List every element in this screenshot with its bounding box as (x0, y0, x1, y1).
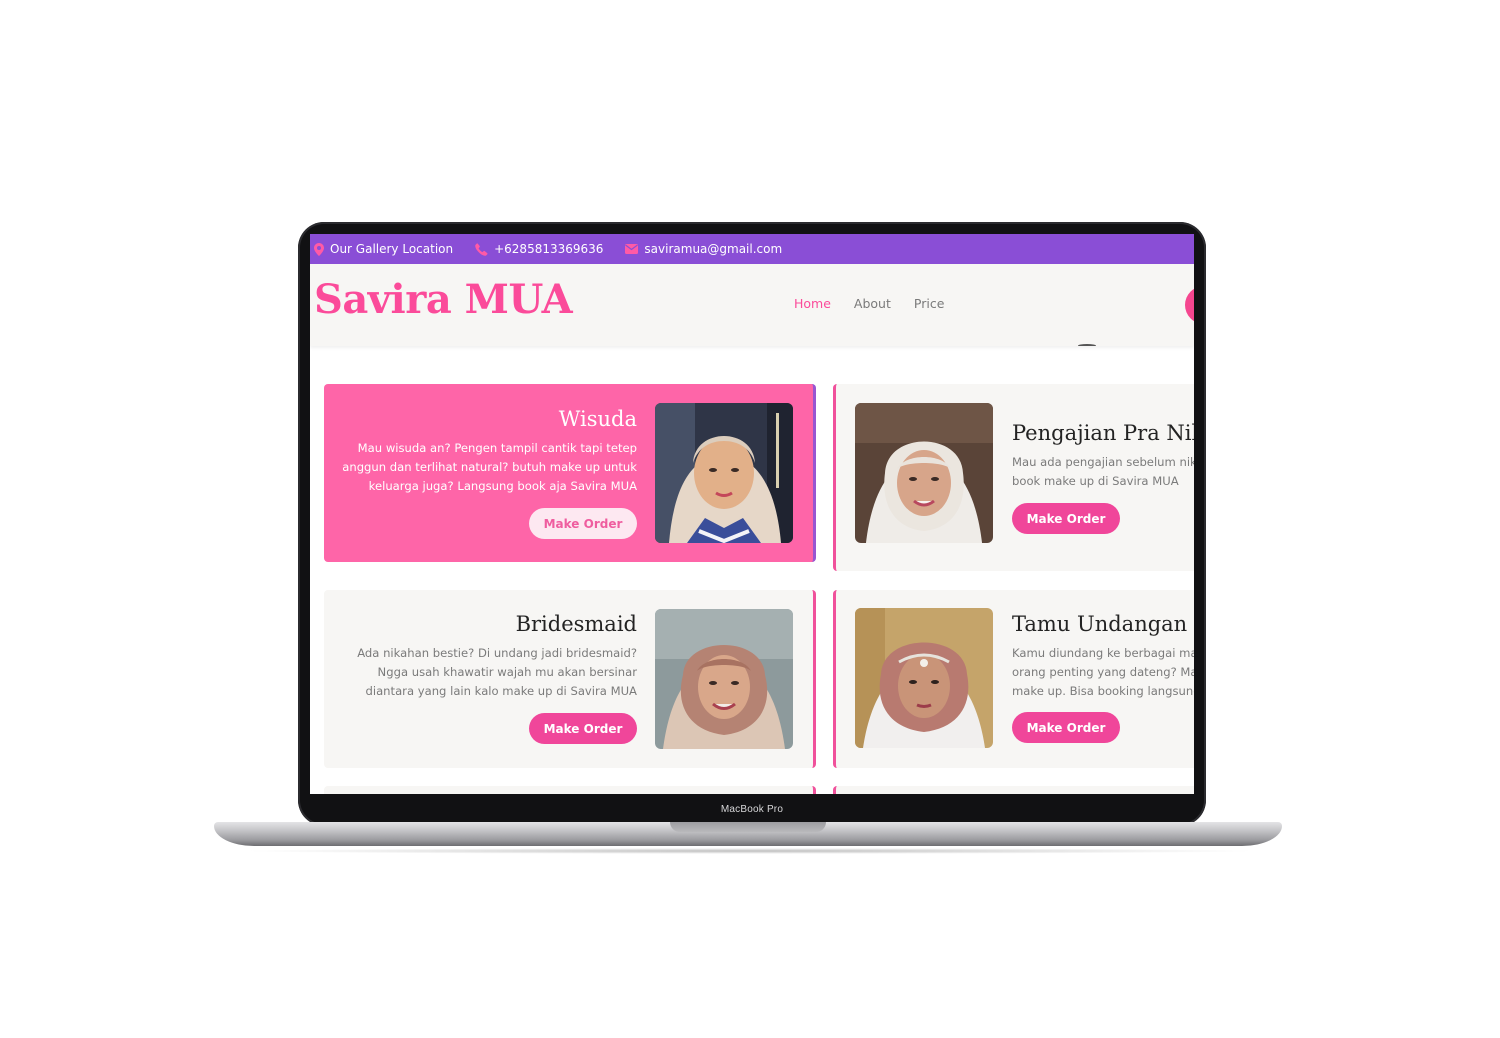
service-card-bridesmaid: Bridesmaid Ada nikahan bestie? Di undang… (324, 590, 816, 768)
service-title: Bridesmaid (515, 612, 637, 636)
service-photo (855, 403, 993, 543)
main-nav: Home About Price (794, 296, 967, 311)
make-order-button[interactable]: Make Order (1012, 503, 1120, 534)
site-header: Savira MUA Home About Price (310, 264, 1194, 346)
service-card-pengajian: Pengajian Pra Nika Mau ada pengajian seb… (833, 384, 1194, 571)
service-card-next-left (324, 786, 816, 794)
service-title: Wisuda (558, 407, 637, 431)
portrait-pengajian (855, 403, 993, 543)
service-description: Ada nikahan bestie? Di undang jadi bride… (357, 646, 637, 698)
service-title: Tamu Undangan (1012, 612, 1188, 636)
location-link[interactable]: Our Gallery Location (314, 242, 453, 256)
nav-price[interactable]: Price (914, 296, 945, 311)
service-photo (655, 609, 793, 749)
location-text: Our Gallery Location (330, 242, 454, 256)
service-description: Mau ada pengajian sebelum nik book make … (1012, 455, 1194, 488)
brand-logo[interactable]: Savira MUA (314, 276, 573, 323)
make-order-button[interactable]: Make Order (529, 713, 637, 744)
service-description: Kamu diundang ke berbagai ma orang penti… (1012, 646, 1194, 698)
laptop-notch (670, 822, 826, 832)
nav-about[interactable]: About (854, 296, 891, 311)
nav-home[interactable]: Home (794, 296, 831, 311)
service-card-next-right (833, 786, 1194, 794)
service-card-wisuda: Wisuda Mau wisuda an? Pengen tampil cant… (324, 384, 816, 562)
portrait-wisuda (655, 403, 793, 543)
mail-icon (625, 244, 639, 254)
map-pin-icon (314, 242, 324, 256)
service-photo (855, 608, 993, 748)
service-photo (655, 403, 793, 543)
portrait-bridesmaid (655, 609, 793, 749)
service-description: Mau wisuda an? Pengen tampil cantik tapi… (342, 441, 637, 493)
top-contact-bar: Our Gallery Location +6285813369636 savi… (310, 234, 1194, 264)
portrait-tamu-undangan (855, 608, 993, 748)
email-link[interactable]: saviramua@gmail.com (625, 242, 782, 256)
phone-icon (475, 242, 488, 256)
service-card-tamu-undangan: Tamu Undangan Kamu diundang ke berbagai … (833, 590, 1194, 768)
service-title: Pengajian Pra Nika (1012, 421, 1194, 445)
email-text: saviramua@gmail.com (644, 242, 783, 256)
phone-text: +6285813369636 (494, 242, 604, 256)
phone-link[interactable]: +6285813369636 (475, 242, 603, 256)
device-label: MacBook Pro (720, 804, 784, 815)
make-order-button[interactable]: Make Order (529, 508, 637, 539)
header-action-button[interactable] (1185, 286, 1194, 324)
make-order-button[interactable]: Make Order (1012, 712, 1120, 743)
scroll-indicator (1078, 344, 1096, 347)
laptop-screen: Our Gallery Location +6285813369636 savi… (310, 234, 1194, 794)
laptop-shadow (240, 848, 1260, 854)
